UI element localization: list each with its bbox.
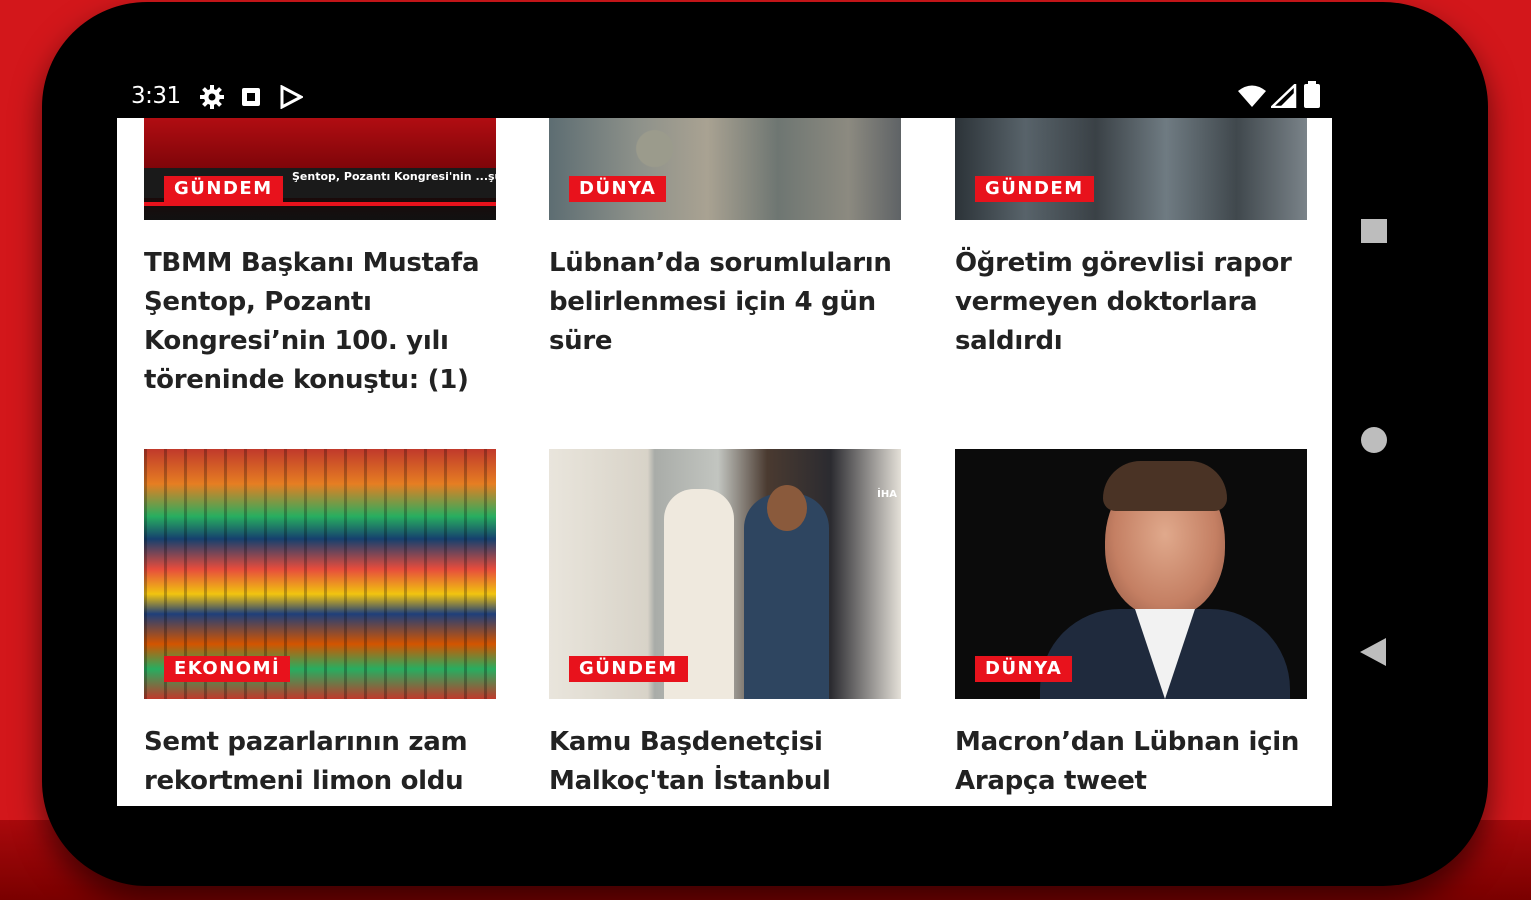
article-title[interactable]: TBMM Başkanı Mustafa Şentop, Pozantı Kon… xyxy=(144,244,496,400)
category-tag[interactable]: GÜNDEM xyxy=(569,656,688,682)
category-tag[interactable]: GÜNDEM xyxy=(164,176,283,202)
back-button[interactable] xyxy=(1358,636,1388,672)
category-tag[interactable]: DÜNYA xyxy=(569,176,667,202)
recents-square-icon xyxy=(1361,219,1387,243)
article-thumbnail: DÜNYA xyxy=(955,449,1307,699)
category-tag[interactable]: EKONOMİ xyxy=(164,656,291,682)
article-title[interactable]: Macron’dan Lübnan için Arapça tweet xyxy=(955,723,1307,801)
article-card[interactable]: GÜNDEM Öğretim görevlisi rapor vermeyen … xyxy=(955,118,1307,361)
article-thumbnail: GÜNDEM xyxy=(955,118,1307,220)
person-head xyxy=(767,485,807,531)
clock: 3:31 xyxy=(131,83,181,109)
back-triangle-icon xyxy=(1360,638,1386,666)
article-card[interactable]: Şentop, Pozantı Kongresi'nin ...şu: (1) … xyxy=(144,118,496,400)
portrait-hair xyxy=(1103,461,1227,511)
article-card[interactable]: İHA GÜNDEM Kamu Başdenetçisi Malkoç'tan … xyxy=(549,449,901,801)
category-tag[interactable]: GÜNDEM xyxy=(975,176,1094,202)
settings-icon xyxy=(199,84,225,114)
play-store-icon xyxy=(279,84,305,113)
status-bar: 3:31 xyxy=(117,78,1332,118)
article-title[interactable]: Kamu Başdenetçisi Malkoç'tan İstanbul xyxy=(549,723,901,801)
battery-icon xyxy=(1303,81,1321,113)
wifi-icon xyxy=(1237,84,1267,112)
sd-card-icon xyxy=(240,86,262,112)
home-button[interactable] xyxy=(1360,426,1388,458)
news-agency-badge: İHA xyxy=(877,489,897,500)
recents-button[interactable] xyxy=(1360,218,1388,248)
thumbnail-red-line xyxy=(144,202,496,206)
home-circle-icon xyxy=(1361,427,1387,453)
article-title[interactable]: Lübnan’da sorumluların belirlenmesi için… xyxy=(549,244,901,361)
article-card[interactable]: DÜNYA Lübnan’da sorumluların belirlenmes… xyxy=(549,118,901,361)
article-title[interactable]: Öğretim görevlisi rapor vermeyen doktorl… xyxy=(955,244,1307,361)
article-card[interactable]: EKONOMİ Semt pazarlarının zam rekortmeni… xyxy=(144,449,496,801)
article-thumbnail: DÜNYA xyxy=(549,118,901,220)
article-title[interactable]: Semt pazarlarının zam rekortmeni limon o… xyxy=(144,723,496,801)
article-card[interactable]: DÜNYA Macron’dan Lübnan için Arapça twee… xyxy=(955,449,1307,801)
article-thumbnail: Şentop, Pozantı Kongresi'nin ...şu: (1) … xyxy=(144,118,496,220)
cell-signal-icon xyxy=(1268,82,1297,112)
article-thumbnail: EKONOMİ xyxy=(144,449,496,699)
news-feed[interactable]: Şentop, Pozantı Kongresi'nin ...şu: (1) … xyxy=(117,118,1332,806)
category-tag[interactable]: DÜNYA xyxy=(975,656,1073,682)
article-thumbnail: İHA GÜNDEM xyxy=(549,449,901,699)
